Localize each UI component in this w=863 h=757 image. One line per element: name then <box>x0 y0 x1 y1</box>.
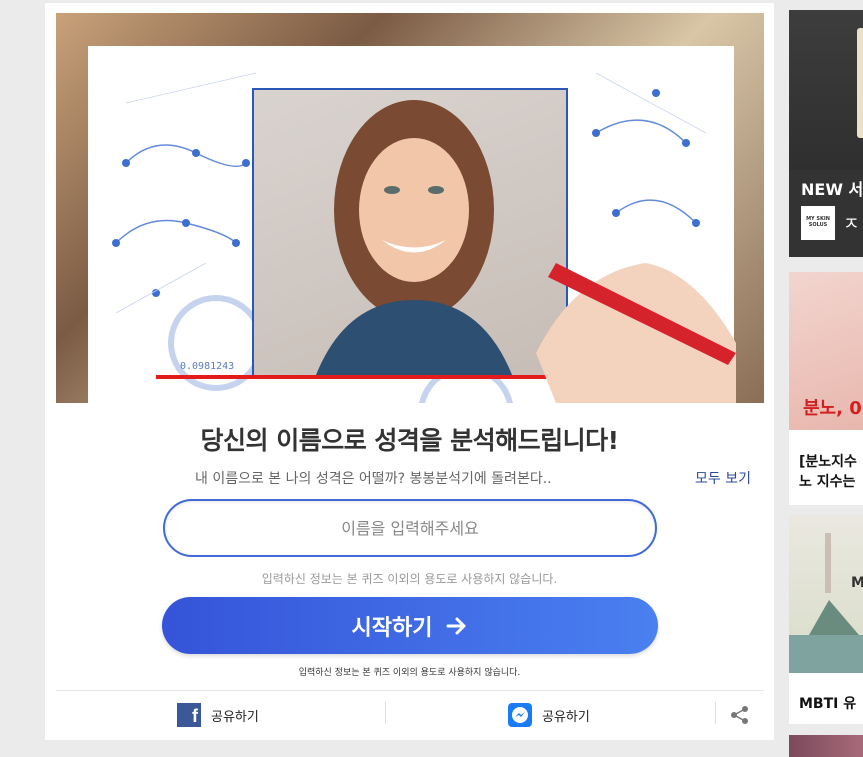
start-button[interactable]: 시작하기 <box>162 597 658 654</box>
privacy-notice: 입력하신 정보는 본 퀴즈 이외의 용도로 사용하지 않습니다. <box>261 572 558 586</box>
thumbnail-image: M <box>789 515 863 673</box>
hero-number: 0.0981243 <box>180 361 235 372</box>
sidebar-card-2[interactable]: 분노, 0 [분노지수 노 지수는 <box>789 272 863 505</box>
messenger-share-button[interactable]: 공유하기 <box>508 691 590 739</box>
sidebar-card-title: NEW 서 <box>801 180 863 199</box>
title-line-1: [분노지수 <box>799 454 857 470</box>
start-button-label: 시작하기 <box>351 614 433 640</box>
title-line-2: 노 지수는 <box>799 474 856 490</box>
messenger-share-label: 공유하기 <box>542 709 590 725</box>
product-image <box>789 10 863 170</box>
bottle-image <box>857 28 863 138</box>
sidebar-card-4[interactable] <box>789 735 863 757</box>
tower-shape <box>825 533 831 593</box>
sidebar-card-title: MBTI 유 <box>799 696 857 712</box>
arrow-right-icon <box>446 617 466 634</box>
sidebar-card-title: [분노지수 노 지수는 <box>799 452 857 492</box>
share-icon[interactable] <box>730 705 750 729</box>
thumbnail-image: 분노, 0 <box>789 272 863 430</box>
sidebar-card-extra: ㅈ <box>843 214 860 235</box>
hero-image: 0.0981243 <box>56 13 764 403</box>
hand-with-pen <box>536 263 736 403</box>
quiz-card: 0.0981243 당신의 이름으로 성격을 분석해드립니다! 내 이름으로 본… <box>45 3 774 740</box>
facebook-icon: f <box>177 703 201 727</box>
name-input[interactable] <box>163 499 657 557</box>
thumbnail-text: 분노, 0 <box>803 398 862 419</box>
brand-logo: MY SKIN SOLUS <box>801 206 835 240</box>
divider <box>715 702 716 724</box>
facebook-share-label: 공유하기 <box>211 709 259 725</box>
facebook-share-button[interactable]: f 공유하기 <box>177 691 259 739</box>
share-bar: f 공유하기 공유하기 <box>56 690 764 740</box>
divider <box>385 702 386 724</box>
sidebar-card-3[interactable]: M MBTI 유 <box>789 515 863 724</box>
thumbnail-text: M <box>851 575 863 591</box>
quiz-subtitle: 내 이름으로 본 나의 성격은 어떨까? 봉봉분석기에 돌려본다.. <box>195 471 552 487</box>
quiz-title: 당신의 이름으로 성격을 분석해드립니다! <box>200 426 619 455</box>
view-all-link[interactable]: 모두 보기 <box>695 468 751 488</box>
privacy-notice-small: 입력하신 정보는 본 퀴즈 이외의 용도로 사용하지 않습니다. <box>298 668 521 678</box>
messenger-icon <box>508 703 532 727</box>
sidebar-card-1[interactable]: NEW 서 MY SKIN SOLUS ㅈ <box>789 10 863 257</box>
ground-shape <box>789 635 863 673</box>
